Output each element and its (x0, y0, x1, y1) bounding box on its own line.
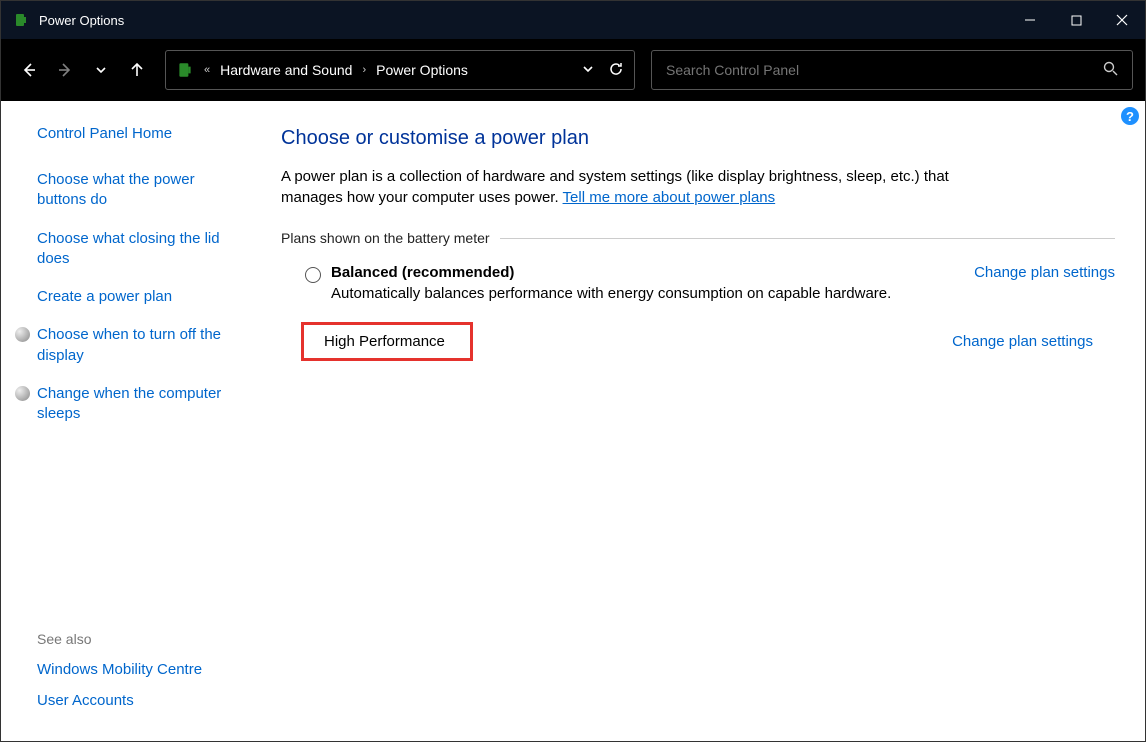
sidebar-link-create-plan[interactable]: Create a power plan (37, 287, 243, 307)
page-title: Choose or customise a power plan (281, 127, 1115, 150)
learn-more-link[interactable]: Tell me more about power plans (563, 189, 776, 206)
page-description: A power plan is a collection of hardware… (281, 166, 981, 208)
see-also-user-accounts[interactable]: User Accounts (37, 692, 243, 709)
minimize-button[interactable] (1007, 1, 1053, 39)
window-title: Power Options (39, 13, 124, 28)
sidebar: Control Panel Home Choose what the power… (1, 101, 261, 741)
search-input[interactable] (666, 62, 1103, 78)
title-bar: Power Options (1, 1, 1145, 39)
breadcrumb-parent[interactable]: Hardware and Sound (220, 62, 352, 78)
location-icon (176, 61, 194, 79)
search-box[interactable] (651, 50, 1133, 90)
see-also-header: See also (37, 631, 243, 647)
plan-balanced-desc: Automatically balances performance with … (331, 285, 954, 302)
plans-group-label: Plans shown on the battery meter (281, 230, 1115, 246)
sidebar-link-power-buttons[interactable]: Choose what the power buttons do (37, 170, 243, 211)
forward-button[interactable] (49, 54, 81, 86)
control-panel-home-link[interactable]: Control Panel Home (37, 125, 243, 142)
close-button[interactable] (1099, 1, 1145, 39)
divider (500, 238, 1115, 239)
plan-balanced-name[interactable]: Balanced (recommended) (331, 264, 954, 281)
up-button[interactable] (121, 54, 153, 86)
sidebar-link-display-off[interactable]: Choose when to turn off the display (37, 325, 243, 366)
highlighted-plan: High Performance (301, 322, 473, 361)
plan-high-performance-row: High Performance Change plan settings (281, 322, 1115, 361)
plan-balanced: Balanced (recommended) Automatically bal… (281, 264, 1115, 302)
chevron-right-icon: › (358, 64, 370, 76)
search-icon[interactable] (1103, 61, 1118, 79)
address-dropdown[interactable] (582, 62, 594, 78)
plan-high-performance-name[interactable]: High Performance (324, 333, 445, 350)
breadcrumb-current[interactable]: Power Options (376, 62, 468, 78)
breadcrumb-root-chevron[interactable]: « (200, 64, 214, 76)
app-icon (13, 12, 29, 28)
change-settings-balanced[interactable]: Change plan settings (974, 264, 1115, 281)
plans-group-text: Plans shown on the battery meter (281, 230, 490, 246)
change-settings-high-performance[interactable]: Change plan settings (952, 333, 1093, 350)
main-panel: Choose or customise a power plan A power… (261, 101, 1145, 741)
content-area: ? Control Panel Home Choose what the pow… (1, 101, 1145, 741)
radio-balanced[interactable] (305, 267, 321, 283)
sidebar-link-sleep[interactable]: Change when the computer sleeps (37, 384, 243, 425)
address-bar[interactable]: « Hardware and Sound › Power Options (165, 50, 635, 90)
toolbar: « Hardware and Sound › Power Options (1, 39, 1145, 101)
back-button[interactable] (13, 54, 45, 86)
sidebar-link-lid[interactable]: Choose what closing the lid does (37, 229, 243, 270)
maximize-button[interactable] (1053, 1, 1099, 39)
help-icon[interactable]: ? (1121, 107, 1139, 125)
recent-dropdown[interactable] (85, 54, 117, 86)
see-also-mobility[interactable]: Windows Mobility Centre (37, 661, 243, 678)
refresh-button[interactable] (608, 61, 624, 80)
